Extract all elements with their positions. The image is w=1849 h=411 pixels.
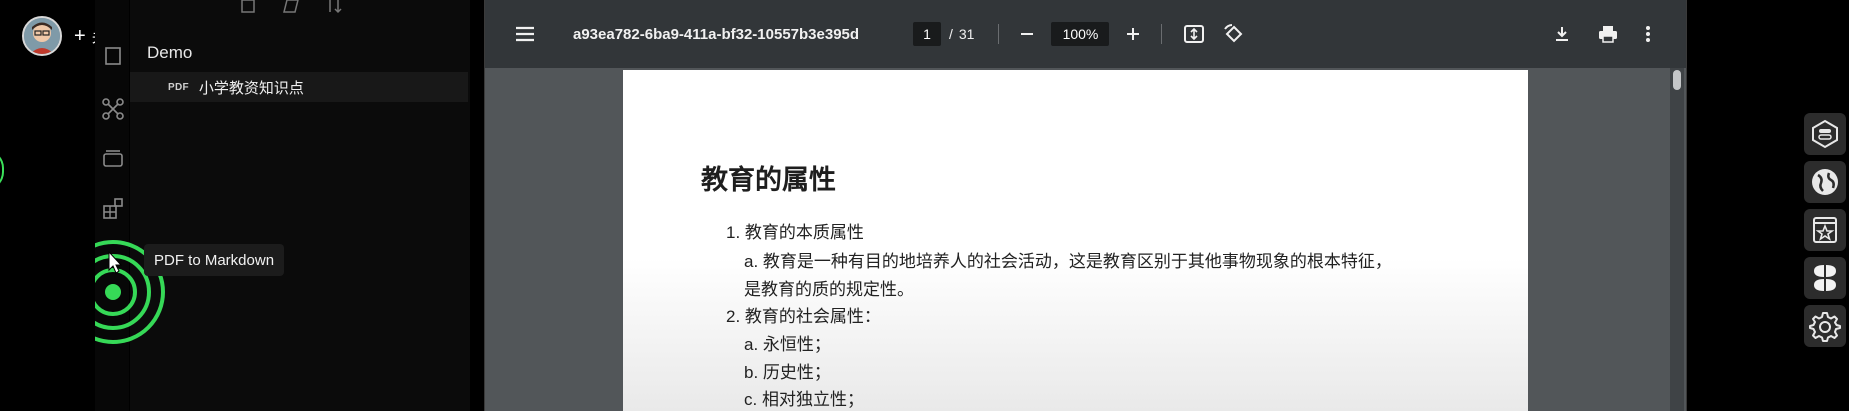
avatar[interactable] — [22, 16, 62, 56]
page-number-input[interactable]: 1 — [913, 22, 941, 46]
menu-icon[interactable] — [513, 22, 537, 46]
clover-icon — [1814, 265, 1836, 291]
live-ring-edge — [0, 150, 4, 190]
graph-icon[interactable] — [100, 96, 126, 122]
zoom-out-button[interactable] — [1015, 22, 1039, 46]
list-item: 是教育的质的规定性。 — [744, 280, 914, 299]
tooltip: PDF to Markdown — [144, 244, 285, 276]
new-folder-icon[interactable] — [282, 0, 300, 14]
list-item: 1. 教育的本质属性 — [726, 223, 864, 242]
plus-icon: + — [74, 25, 86, 47]
list-item: b. 历史性； — [744, 363, 831, 382]
bookmark-button[interactable] — [1804, 209, 1846, 251]
download-icon — [1556, 27, 1568, 41]
toolbar-divider — [998, 24, 1000, 44]
document-title: a93ea782-6ba9-411a-bf32-10557b3e395d — [573, 25, 860, 43]
gear-icon — [1809, 312, 1841, 342]
toggle-icon — [1812, 119, 1838, 149]
rotate-icon — [1224, 24, 1243, 43]
files-icon[interactable] — [100, 44, 126, 70]
fit-page-button[interactable] — [1182, 22, 1206, 46]
more-options-button[interactable] — [1636, 22, 1660, 46]
cards-icon[interactable] — [100, 146, 126, 172]
new-file-icon[interactable] — [240, 0, 256, 14]
folder-label[interactable]: Demo — [147, 43, 192, 63]
list-item: a. 永恒性； — [744, 335, 831, 354]
scrollbar-track[interactable] — [1670, 68, 1684, 411]
right-toolbar — [1804, 108, 1849, 358]
more-vert-icon — [1646, 26, 1650, 42]
plugins-icon[interactable] — [100, 196, 126, 222]
fit-page-icon — [1184, 25, 1205, 43]
rotate-button[interactable] — [1222, 22, 1246, 46]
globe-icon — [1812, 169, 1838, 195]
pdf-viewer: a93ea782-6ba9-411a-bf32-10557b3e395d 1 /… — [484, 0, 1687, 411]
sort-icon[interactable] — [326, 0, 342, 14]
print-icon — [1599, 26, 1617, 43]
page-total: 31 — [958, 26, 975, 42]
pdf-toolbar: a93ea782-6ba9-411a-bf32-10557b3e395d 1 /… — [485, 0, 1686, 68]
pdf-tag: PDF — [168, 81, 189, 93]
print-button[interactable] — [1596, 22, 1620, 46]
document-heading: 教育的属性 — [701, 165, 836, 195]
file-panel-toolbar — [240, 0, 370, 16]
scrollbar-thumb[interactable] — [1673, 70, 1681, 90]
list-item: 2. 教育的社会属性： — [726, 307, 881, 326]
toolbar-divider — [1161, 24, 1163, 44]
list-item: a. 教育是一种有目的地培养人的社会活动，这是教育区别于其他事物现象的根本特征， — [744, 252, 1392, 271]
zoom-in-button[interactable] — [1121, 22, 1145, 46]
bookmark-star-icon — [1813, 217, 1837, 243]
toggle-button[interactable] — [1804, 113, 1846, 155]
page-separator: / — [949, 26, 953, 42]
pdf-page: 教育的属性 1. 教育的本质属性 a. 教育是一种有目的地培养人的社会活动，这是… — [623, 70, 1528, 411]
zoom-input[interactable]: 100% — [1051, 22, 1110, 46]
translate-button[interactable] — [1804, 161, 1846, 203]
file-name: 小学教资知识点 — [198, 79, 304, 97]
settings-button[interactable] — [1804, 305, 1846, 347]
avatar-image — [24, 18, 60, 54]
file-item[interactable]: PDF 小学教资知识点 — [130, 72, 468, 102]
clover-button[interactable] — [1804, 257, 1846, 299]
download-button[interactable] — [1550, 22, 1574, 46]
list-item: c. 相对独立性； — [744, 390, 864, 409]
zoom-out-icon — [1021, 33, 1034, 35]
zoom-in-icon — [1127, 28, 1140, 40]
